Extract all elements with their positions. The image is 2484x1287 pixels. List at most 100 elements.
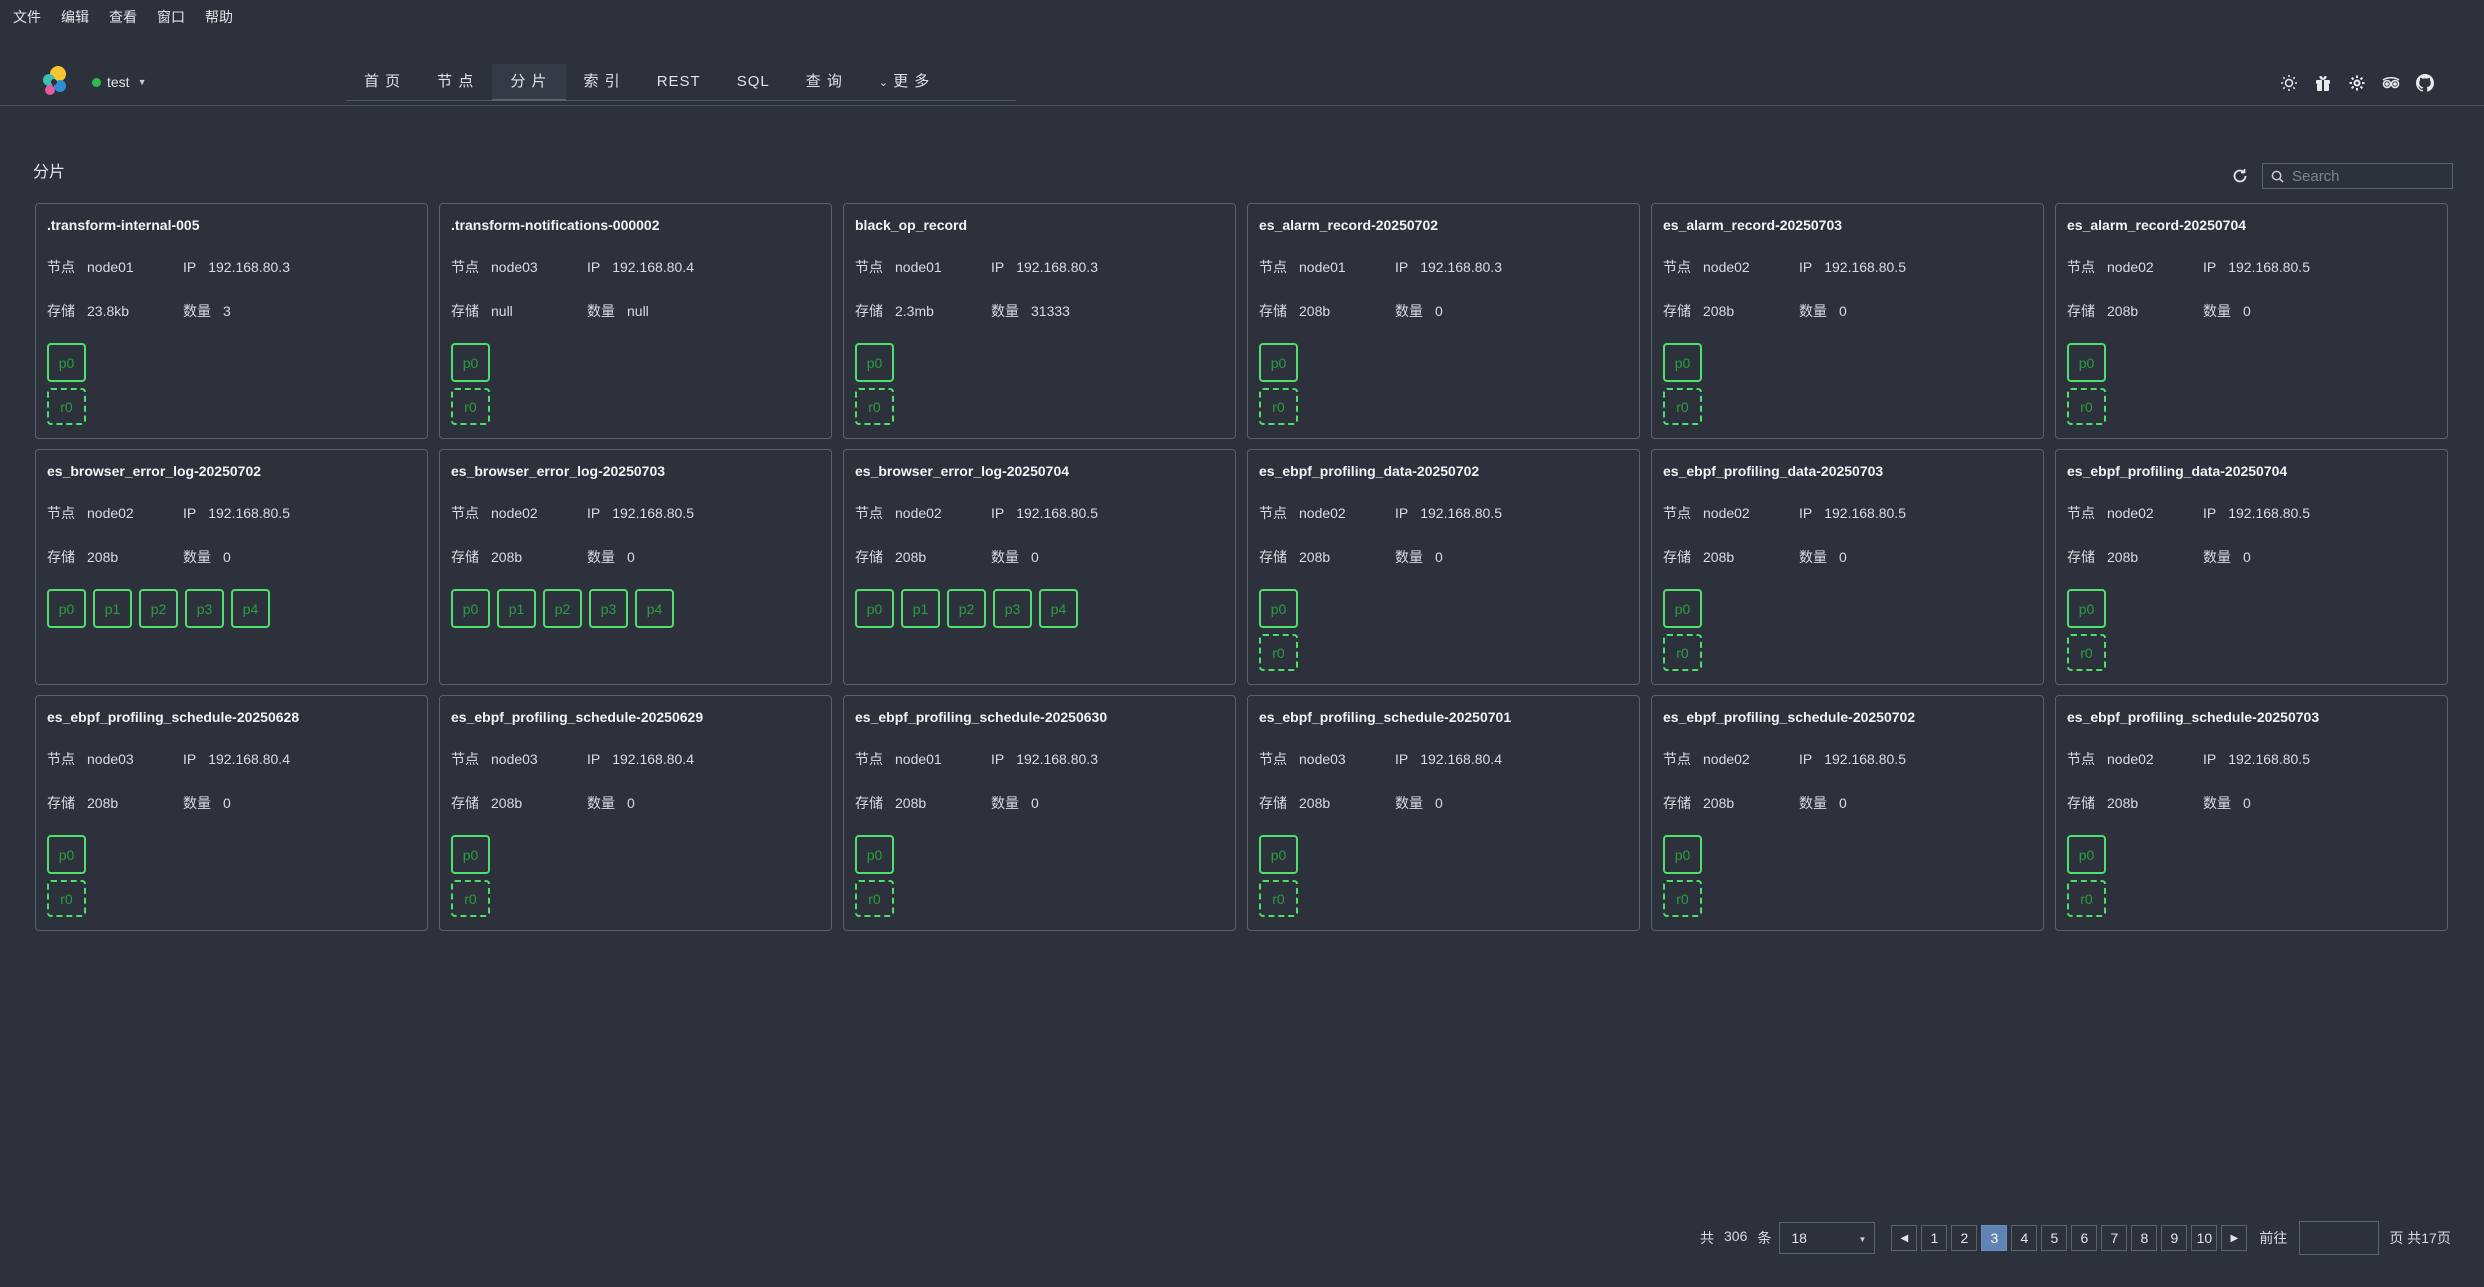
sun-icon[interactable] bbox=[2280, 74, 2298, 92]
primary-shard[interactable]: p3 bbox=[589, 589, 628, 628]
node-row: 节点 node02 IP 192.168.80.5 bbox=[2067, 257, 2436, 277]
search-input[interactable] bbox=[2292, 167, 2452, 185]
replica-shard[interactable]: r0 bbox=[2067, 634, 2106, 671]
replica-shard[interactable]: r0 bbox=[1663, 880, 1702, 917]
search-box[interactable] bbox=[2262, 163, 2453, 189]
replica-shard[interactable]: r0 bbox=[1259, 880, 1298, 917]
primary-shard[interactable]: p0 bbox=[1663, 835, 1702, 874]
primary-shard[interactable]: p0 bbox=[47, 589, 86, 628]
primary-shard[interactable]: p1 bbox=[901, 589, 940, 628]
primary-shard[interactable]: p3 bbox=[993, 589, 1032, 628]
primary-shard[interactable]: p0 bbox=[47, 835, 86, 874]
node-label: 节点 bbox=[451, 505, 479, 521]
replica-shard[interactable]: r0 bbox=[2067, 388, 2106, 425]
ip-label: IP bbox=[2203, 751, 2217, 767]
primary-shard[interactable]: p4 bbox=[231, 589, 270, 628]
primary-shard[interactable]: p1 bbox=[497, 589, 536, 628]
primary-shard[interactable]: p0 bbox=[1259, 589, 1298, 628]
page-button[interactable]: 1 bbox=[1921, 1225, 1948, 1251]
menu-item[interactable]: 查看 bbox=[109, 7, 137, 27]
primary-shard[interactable]: p0 bbox=[47, 343, 86, 382]
primary-shard[interactable]: p0 bbox=[451, 589, 490, 628]
page-button[interactable]: 10 bbox=[2191, 1225, 2218, 1251]
menu-item[interactable]: 编辑 bbox=[61, 7, 89, 27]
cluster-selector[interactable]: test ▼ bbox=[92, 74, 147, 90]
count-label: 数量 bbox=[183, 549, 211, 565]
refresh-icon[interactable] bbox=[2231, 167, 2249, 185]
primary-shard[interactable]: p0 bbox=[855, 589, 894, 628]
settings-icon[interactable] bbox=[2348, 74, 2366, 92]
replica-shard[interactable]: r0 bbox=[855, 880, 894, 917]
menu-item[interactable]: 文件 bbox=[13, 7, 41, 27]
github-icon[interactable] bbox=[2416, 74, 2434, 92]
replica-shard[interactable]: r0 bbox=[47, 880, 86, 917]
prev-page-button[interactable]: ◀ bbox=[1891, 1225, 1918, 1251]
primary-shard[interactable]: p0 bbox=[1663, 343, 1702, 382]
chevron-down-icon: ⌄ bbox=[878, 77, 890, 89]
node-row: 节点 node02 IP 192.168.80.5 bbox=[855, 503, 1224, 523]
primary-shard[interactable]: p0 bbox=[451, 835, 490, 874]
replica-shard[interactable]: r0 bbox=[1663, 388, 1702, 425]
page-button[interactable]: 6 bbox=[2071, 1225, 2098, 1251]
replica-shard[interactable]: r0 bbox=[47, 388, 86, 425]
replica-shard[interactable]: r0 bbox=[451, 880, 490, 917]
primary-shard[interactable]: p0 bbox=[2067, 835, 2106, 874]
next-page-button[interactable]: ▶ bbox=[2221, 1225, 2248, 1251]
shard-card: black_op_record 节点 node01 IP 192.168.80.3 … bbox=[843, 203, 1236, 439]
nav-tab[interactable]: REST bbox=[639, 64, 719, 100]
goto-page: 前往 页 共17页 bbox=[2259, 1221, 2451, 1255]
page-size-select[interactable]: 18 ▼ bbox=[1779, 1222, 1876, 1254]
nav-tab[interactable]: 首 页 bbox=[346, 64, 419, 100]
page-button[interactable]: 4 bbox=[2011, 1225, 2038, 1251]
page-button[interactable]: 7 bbox=[2101, 1225, 2128, 1251]
replica-shard[interactable]: r0 bbox=[1259, 388, 1298, 425]
primary-shard[interactable]: p0 bbox=[1259, 835, 1298, 874]
node-label: 节点 bbox=[1259, 751, 1287, 767]
primary-shard[interactable]: p3 bbox=[185, 589, 224, 628]
node-label: 节点 bbox=[1259, 505, 1287, 521]
primary-shard[interactable]: p4 bbox=[1039, 589, 1078, 628]
tripadvisor-icon[interactable] bbox=[2382, 74, 2400, 92]
nav-tab[interactable]: 查 询 bbox=[788, 64, 861, 100]
replica-shard[interactable]: r0 bbox=[855, 388, 894, 425]
page-button[interactable]: 3 bbox=[1981, 1225, 2008, 1251]
ip-value: 192.168.80.5 bbox=[1824, 751, 1906, 767]
store-row: 存储 208b 数量 0 bbox=[47, 793, 416, 813]
count-label: 数量 bbox=[183, 795, 211, 811]
nav-tab[interactable]: ⌄ 更 多 bbox=[861, 64, 948, 100]
primary-shard[interactable]: p2 bbox=[139, 589, 178, 628]
page-button[interactable]: 9 bbox=[2161, 1225, 2188, 1251]
nav-tab[interactable]: SQL bbox=[719, 64, 788, 100]
page-button[interactable]: 5 bbox=[2041, 1225, 2068, 1251]
primary-shard[interactable]: p2 bbox=[543, 589, 582, 628]
primary-shard[interactable]: p0 bbox=[451, 343, 490, 382]
page-button[interactable]: 8 bbox=[2131, 1225, 2158, 1251]
nav-tab[interactable]: 索 引 bbox=[566, 64, 639, 100]
menu-item[interactable]: 帮助 bbox=[205, 7, 233, 27]
primary-shard[interactable]: p0 bbox=[855, 343, 894, 382]
store-row: 存储 208b 数量 0 bbox=[1663, 793, 2032, 813]
primary-shard[interactable]: p1 bbox=[93, 589, 132, 628]
replica-shard[interactable]: r0 bbox=[2067, 880, 2106, 917]
nav-tab-label: REST bbox=[656, 73, 701, 90]
menu-item[interactable]: 窗口 bbox=[157, 7, 185, 27]
primary-shard[interactable]: p0 bbox=[2067, 589, 2106, 628]
primary-shard[interactable]: p2 bbox=[947, 589, 986, 628]
nav-tab[interactable]: 分 片 bbox=[492, 64, 566, 101]
index-name: .transform-internal-005 bbox=[47, 217, 200, 233]
ip-value: 192.168.80.3 bbox=[1016, 751, 1098, 767]
goto-page-input[interactable] bbox=[2299, 1221, 2380, 1255]
app-header: test ▼ 首 页 节 点 分 片 索 引 REST SQL 查 询 ⌄ 更 多 bbox=[0, 34, 2484, 106]
primary-shard[interactable]: p0 bbox=[855, 835, 894, 874]
replica-shard[interactable]: r0 bbox=[1259, 634, 1298, 671]
primary-shard[interactable]: p0 bbox=[1259, 343, 1298, 382]
replica-shard[interactable]: r0 bbox=[451, 388, 490, 425]
primary-shard[interactable]: p0 bbox=[2067, 343, 2106, 382]
nav-tab[interactable]: 节 点 bbox=[419, 64, 492, 100]
replica-shard[interactable]: r0 bbox=[1663, 634, 1702, 671]
shard-list: p0 r0 bbox=[2067, 589, 2106, 677]
primary-shard[interactable]: p4 bbox=[635, 589, 674, 628]
page-button[interactable]: 2 bbox=[1951, 1225, 1978, 1251]
primary-shard[interactable]: p0 bbox=[1663, 589, 1702, 628]
gift-icon[interactable] bbox=[2314, 74, 2332, 92]
